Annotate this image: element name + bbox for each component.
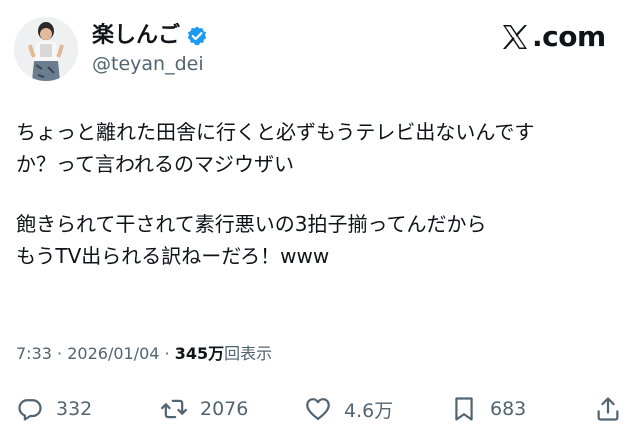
post-meta: 7:33 · 2026/01/04 · 345万回表示: [16, 343, 272, 365]
post-line: 飽きられて干されて素行悪いの3拍子揃ってんだから: [16, 212, 487, 236]
author-handle[interactable]: @teyan_dei: [92, 52, 204, 76]
bookmark-count: 683: [490, 398, 527, 420]
avatar[interactable]: [14, 17, 78, 81]
brand-logo: .com: [500, 20, 606, 54]
author-name-row[interactable]: 楽しんご: [92, 22, 208, 50]
verified-badge-icon: [186, 25, 208, 47]
post-line-blank: [16, 180, 628, 208]
post-date[interactable]: 2026/01/04: [67, 344, 159, 363]
action-bar: 332 2076 4.6万 683: [0, 390, 640, 428]
reply-icon: [18, 399, 42, 421]
share-button[interactable]: [594, 390, 622, 428]
author-display-name[interactable]: 楽しんご: [92, 22, 180, 50]
reply-count: 332: [56, 398, 93, 420]
post-line: か？って言われるのマジウザい: [16, 152, 294, 176]
view-count: 345万: [174, 344, 225, 363]
meta-separator: ·: [164, 344, 170, 363]
view-count-label: 回表示: [224, 344, 273, 363]
bookmark-button[interactable]: 683: [450, 390, 526, 428]
like-button[interactable]: 4.6万: [304, 390, 393, 428]
post-line: もうTV出られる訳ねーだろ！www: [16, 244, 330, 268]
bookmark-icon: [455, 397, 473, 421]
post-line: ちょっと離れた田舎に行くと必ずもうテレビ出ないんです: [16, 120, 535, 144]
x-logo-icon: [503, 25, 527, 49]
post-text: ちょっと離れた田舎に行くと必ずもうテレビ出ないんです か？って言われるのマジウザ…: [16, 116, 628, 272]
like-count: 4.6万: [344, 399, 394, 422]
avatar-photo: [14, 17, 78, 81]
heart-icon: [306, 398, 330, 421]
repost-count: 2076: [200, 398, 249, 420]
share-icon: [597, 397, 619, 421]
reply-button[interactable]: 332: [16, 390, 92, 428]
repost-button[interactable]: 2076: [160, 390, 248, 428]
brand-text: .com: [532, 20, 606, 53]
meta-separator: ·: [57, 344, 63, 363]
post-time[interactable]: 7:33: [16, 344, 52, 363]
repost-icon: [160, 399, 188, 419]
